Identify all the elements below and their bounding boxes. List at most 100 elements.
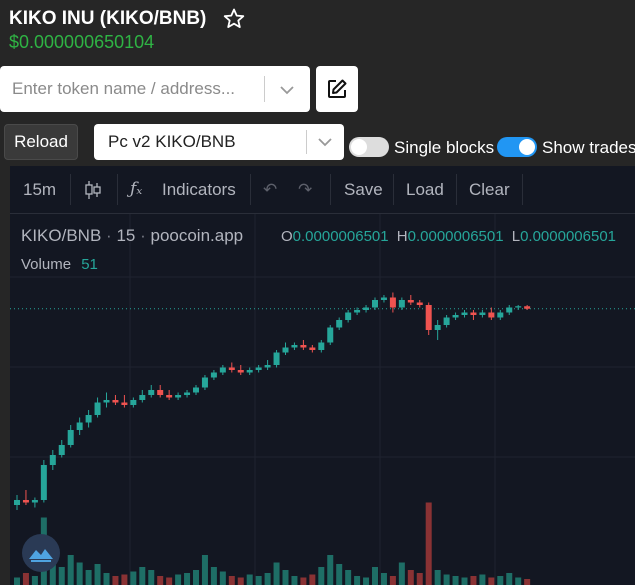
indicators-button[interactable]: Indicators	[162, 166, 236, 213]
candle-body	[309, 347, 316, 350]
toggle-knob	[351, 139, 367, 155]
single-blocks-label: Single blocks	[394, 138, 495, 157]
candle-body	[193, 387, 199, 393]
volume-bar	[300, 577, 307, 585]
volume-bar	[94, 564, 101, 585]
candle-body	[121, 402, 128, 405]
candle-body	[273, 352, 280, 365]
candle-body	[389, 297, 396, 308]
volume-bar	[237, 577, 244, 585]
volume-label: Volume	[21, 256, 72, 273]
volume-bar	[255, 576, 262, 585]
candle-body	[497, 312, 504, 318]
pair-select[interactable]: Pc v2 KIKO/BNB	[94, 124, 344, 160]
candlestick-plot[interactable]	[10, 214, 635, 585]
volume-bar	[112, 576, 119, 585]
candle-body	[282, 347, 289, 353]
volume-bar	[67, 555, 74, 585]
tradingview-logo[interactable]	[22, 534, 60, 572]
chart-toolbar: 15m ƒₓ Indicators ↶ ↷ Save Load Clear	[10, 166, 635, 214]
toolbar-divider	[250, 174, 251, 205]
volume-bar	[488, 577, 495, 585]
candle-body	[318, 342, 325, 350]
candle-body	[184, 392, 191, 395]
toggle-knob	[519, 139, 535, 155]
candle-body	[470, 312, 477, 315]
candle-body	[85, 415, 92, 423]
candle-body	[130, 400, 137, 405]
candle-body	[443, 317, 450, 325]
undo-icon[interactable]: ↶	[263, 166, 277, 213]
volume-bar	[372, 567, 378, 585]
candle-body	[201, 377, 208, 388]
save-button[interactable]: Save	[344, 166, 383, 213]
show-trades-toggle[interactable]	[497, 137, 537, 157]
volume-bar	[228, 576, 235, 585]
volume-bar	[148, 570, 155, 585]
candle-body	[228, 367, 235, 370]
legend-low-label: L	[511, 228, 521, 245]
token-search-input[interactable]: Enter token name / address...	[0, 66, 310, 112]
toolbar-divider	[330, 174, 331, 205]
volume-bar	[264, 573, 271, 585]
candle-body	[139, 395, 146, 400]
volume-bar	[76, 562, 83, 585]
candle-body	[300, 345, 307, 348]
volume-bar	[58, 567, 65, 585]
reload-button[interactable]: Reload	[4, 124, 78, 160]
legend-interval: 15	[116, 226, 136, 245]
candle-body	[148, 390, 155, 395]
volume-bar	[515, 577, 522, 585]
chevron-down-icon[interactable]	[317, 137, 333, 147]
candle-body	[14, 500, 20, 505]
edit-icon	[328, 79, 347, 98]
redo-icon[interactable]: ↷	[298, 166, 312, 213]
volume-bar	[425, 502, 432, 585]
legend-high-value: 0.0000006501	[407, 228, 504, 245]
function-icon[interactable]: ƒₓ	[130, 166, 142, 213]
price-chart[interactable]: 15m ƒₓ Indicators ↶ ↷ Save Load Clear KI…	[10, 166, 635, 585]
candles-icon[interactable]	[84, 179, 102, 201]
edit-button[interactable]	[316, 66, 358, 112]
candle-body	[434, 325, 441, 330]
single-blocks-toggle[interactable]	[349, 137, 389, 157]
legend-high-label: H	[396, 228, 408, 245]
star-icon[interactable]	[222, 7, 246, 31]
volume-bar	[336, 564, 343, 585]
candle-body	[40, 465, 47, 500]
candle-body	[327, 327, 334, 343]
legend-low-value: 0.0000006501	[520, 228, 617, 245]
load-button[interactable]: Load	[406, 166, 444, 213]
volume-bar	[130, 571, 137, 585]
candle-body	[219, 367, 226, 373]
volume-bar	[497, 576, 504, 585]
volume-bar	[121, 574, 128, 585]
volume-bar	[14, 577, 20, 585]
candle-body	[22, 500, 29, 503]
interval-button[interactable]: 15m	[23, 166, 56, 213]
show-trades-label: Show trades	[542, 138, 635, 157]
volume-bar	[470, 576, 477, 585]
volume-value: 51	[81, 256, 98, 273]
toolbar-divider	[456, 174, 457, 205]
candle-body	[363, 307, 370, 310]
candle-body	[524, 306, 531, 309]
token-title: KIKO INU (KIKO/BNB)	[9, 8, 207, 29]
candle-body	[345, 312, 352, 320]
candle-body	[58, 445, 65, 455]
pair-selected-value: Pc v2 KIKO/BNB	[108, 132, 236, 151]
candle-body	[76, 422, 83, 430]
volume-bar	[345, 570, 352, 585]
candle-body	[49, 455, 56, 465]
candle-body	[157, 390, 164, 395]
chevron-down-icon[interactable]	[279, 85, 295, 95]
volume-bar	[309, 574, 316, 585]
candle-body	[515, 306, 522, 308]
candle-body	[380, 297, 387, 300]
candle-body	[461, 312, 468, 315]
clear-button[interactable]: Clear	[469, 166, 510, 213]
volume-legend: Volume 51	[21, 256, 98, 273]
candle-body	[452, 315, 459, 318]
volume-bar	[139, 567, 146, 585]
volume-bar	[85, 570, 92, 585]
